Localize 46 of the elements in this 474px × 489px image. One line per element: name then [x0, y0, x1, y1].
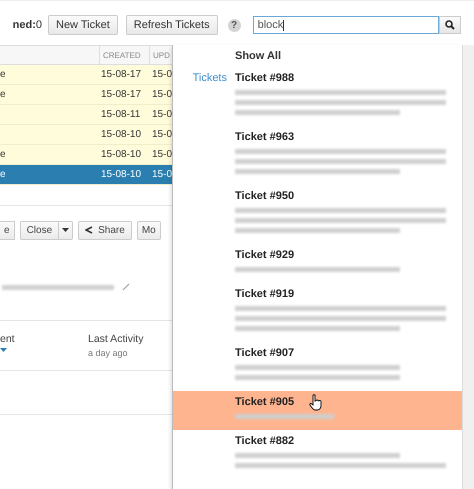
search-result[interactable]: Ticket #907: [173, 342, 463, 391]
caret-icon: [62, 228, 70, 232]
search-result[interactable]: Ticket #905: [173, 391, 463, 430]
search-result[interactable]: Ticket #929: [173, 244, 463, 283]
search-result[interactable]: Ticket #919: [173, 283, 463, 342]
table-cell-text: 15-08-17: [101, 89, 142, 100]
table-cell: e: [0, 89, 6, 100]
field-label: Last Activity: [88, 333, 144, 345]
toolbar-button[interactable]: Refresh Tickets: [126, 15, 218, 35]
search-icon: [444, 20, 455, 30]
group-label: Tickets: [192, 71, 228, 84]
pencil-icon[interactable]: [122, 283, 130, 291]
table-cell: 15-0: [152, 169, 172, 180]
table-cell-text: 15-08-11: [101, 109, 142, 120]
search-field[interactable]: block: [252, 16, 439, 34]
dropdown-toggle[interactable]: [59, 220, 74, 240]
search-result[interactable]: Ticket #963: [173, 126, 463, 185]
toolbar-button[interactable]: New Ticket: [48, 15, 118, 35]
table-cell: e: [0, 149, 6, 160]
assigned-count: ned:0: [12, 19, 42, 31]
share-icon: [85, 226, 94, 234]
close-button[interactable]: Close: [20, 220, 60, 240]
caret-icon[interactable]: [0, 348, 7, 352]
scrollbar[interactable]: [462, 45, 474, 489]
table-cell: 15-0: [152, 149, 172, 160]
field-label: ent: [0, 333, 16, 345]
table-cell-text: 15-08-10: [101, 129, 142, 140]
action-button[interactable]: Mo: [136, 220, 161, 240]
search-result[interactable]: Ticket #882: [173, 430, 463, 479]
table-cell-text: 15-08-10: [101, 169, 142, 180]
table-cell: e: [0, 169, 6, 180]
share-button[interactable]: Share: [78, 220, 132, 240]
table-cell-text: 15-08-17: [101, 69, 142, 80]
search-result[interactable]: Ticket #950: [173, 185, 463, 244]
table-cell-text: 15-08-10: [101, 149, 142, 160]
table-cell: 15-0: [152, 109, 172, 120]
help-icon[interactable]: ?: [228, 18, 241, 32]
search-button[interactable]: [438, 16, 461, 34]
table-cell: 15-0: [152, 69, 172, 80]
table-cell: 15-0: [152, 129, 172, 140]
hand-cursor-icon: [309, 394, 323, 411]
table-cell: e: [0, 69, 6, 80]
action-button[interactable]: e: [0, 220, 15, 240]
table-cell: 15-0: [152, 89, 172, 100]
field-value: a day ago: [88, 348, 129, 358]
show-all-link[interactable]: Show All: [235, 50, 282, 62]
